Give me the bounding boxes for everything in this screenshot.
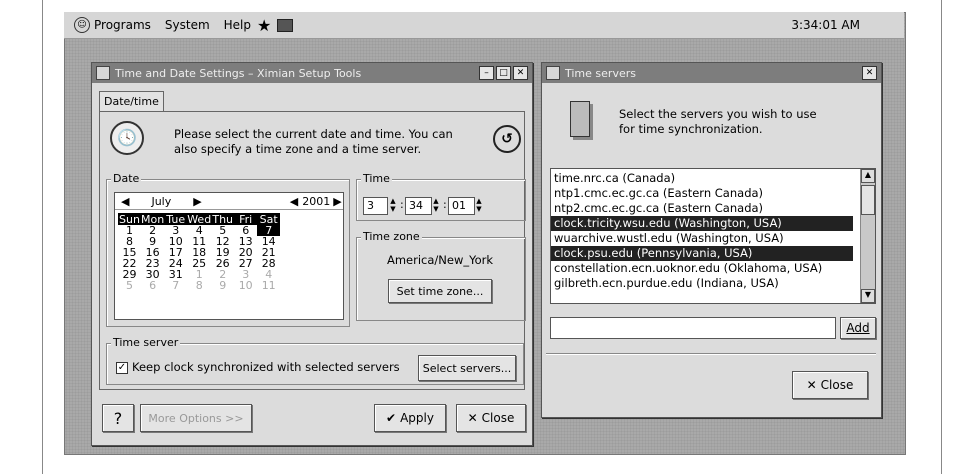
next-year-button[interactable]: ▶ [333,195,341,208]
x-icon: ✕ [806,378,817,392]
next-month-button[interactable]: ▶ [193,195,201,208]
time-server-group-label: Time server [111,336,181,349]
window-menu-icon[interactable] [96,66,110,80]
clock-icon: 🕓 [110,121,144,155]
year-label: 2001 [302,194,331,208]
minute-spin-arrows[interactable]: ▲ ▼ [431,197,441,213]
calendar-day[interactable]: 10 [234,280,257,291]
time-group-label: Time [361,172,392,185]
time-date-titlebar[interactable]: Time and Date Settings – Ximian Setup To… [92,63,532,83]
gnome-foot-icon: ☺ [74,17,90,33]
calendar-day[interactable]: 5 [118,280,141,291]
server-list-item[interactable]: clock.tricity.wsu.edu (Washington, USA) [551,216,853,231]
calendar-day[interactable]: 6 [141,280,164,291]
servers-list: time.nrc.ca (Canada) ntp1.cmc.ec.gc.ca (E… [550,168,876,304]
scroll-thumb[interactable] [861,185,875,215]
tab-date-time[interactable]: Date/time [99,91,164,111]
server-list-item[interactable]: gilbreth.ecn.purdue.edu (Indiana, USA) [551,276,853,291]
add-button[interactable]: Add [840,317,876,339]
close-window-icon[interactable]: ✕ [862,66,877,80]
help-icon: ? [113,408,123,428]
prev-year-button[interactable]: ◀ [290,195,298,208]
calendar-grid: Sun Mon Tue Wed Thu Fri Sat 1 2 3 4 5 6 7 8 9 10 11 12 13 1… [118,213,281,291]
timezone-group-label: Time zone [361,230,422,243]
select-servers-button[interactable]: Select servers... [418,355,516,381]
separator [546,353,876,355]
second-spin-arrows[interactable]: ▲ ▼ [474,197,484,213]
calendar: ◀ July ▶ ◀ 2001 ▶ Sun Mon Tue Wed Thu Fri Sat … [114,192,344,320]
window-menu-icon[interactable] [546,66,560,80]
time-sync-icon: ↺ [493,125,521,153]
calendar-day[interactable]: 9 [211,280,234,291]
calendar-day[interactable]: 7 [164,280,187,291]
scroll-up-arrow[interactable]: ▲ [861,169,875,183]
close-button[interactable]: ✕ Close [456,404,526,432]
server-entry-input[interactable] [550,317,836,339]
maximize-icon[interactable]: □ [496,66,511,80]
second-spinner[interactable]: 01 [448,197,475,215]
scroll-down-arrow[interactable]: ▼ [861,289,875,303]
date-group-label: Date [111,172,142,185]
intro-text: Please select the current date and time.… [174,127,453,156]
time-servers-titlebar[interactable]: Time servers ✕ [542,63,881,83]
check-icon: ✔ [386,411,397,425]
star-launcher-icon[interactable]: ★ [257,16,271,35]
server-list-item[interactable]: ntp1.cmc.ec.gc.ca (Eastern Canada) [551,186,853,201]
server-list-item[interactable]: ntp2.cmc.ec.gc.ca (Eastern Canada) [551,201,853,216]
timezone-value: America/New_York [386,253,494,267]
system-menu[interactable]: System [165,18,210,32]
close-window-icon[interactable]: ✕ [513,66,528,80]
keep-sync-checkbox[interactable]: ✓ [116,362,128,374]
more-options-button[interactable]: More Options >> [140,404,252,432]
servers-intro: Select the servers you wish to use for t… [619,107,817,136]
server-icon [570,101,590,137]
keep-sync-label[interactable]: Keep clock synchronized with selected se… [132,360,400,374]
server-list-item[interactable]: time.nrc.ca (Canada) [551,171,853,186]
month-label: July [151,194,172,208]
x-icon: ✕ [467,411,478,425]
servers-close-button[interactable]: ✕ Close [792,371,868,399]
help-button[interactable]: ? [102,404,134,432]
server-list-item[interactable]: constellation.ecn.uoknor.edu (Oklahoma, … [551,261,853,276]
server-list-item[interactable]: wuarchive.wustl.edu (Washington, USA) [551,231,853,246]
help-menu[interactable]: Help [224,18,251,32]
minimize-icon[interactable]: – [479,66,494,80]
calendar-day[interactable]: 8 [187,280,211,291]
prev-month-button[interactable]: ◀ [121,195,129,208]
server-list-item[interactable]: clock.psu.edu (Pennsylvania, USA) [551,246,853,261]
hour-spinner[interactable]: 3 [363,197,388,215]
hour-spin-arrows[interactable]: ▲ ▼ [388,197,398,213]
top-panel: ☺ Programs System Help ★ 3:34:01 AM [64,12,904,39]
time-date-window: Time and Date Settings – Ximian Setup To… [91,62,533,446]
time-servers-window: Time servers ✕ Select the servers you wi… [541,62,882,418]
servers-scrollbar[interactable]: ▲ ▼ [860,169,875,303]
terminal-launcher-icon[interactable] [277,18,294,32]
calendar-day[interactable]: 11 [257,280,280,291]
panel-clock: 3:34:01 AM [791,18,860,32]
set-timezone-button[interactable]: Set time zone... [388,279,492,303]
programs-menu[interactable]: ☺ Programs [74,17,151,33]
minute-spinner[interactable]: 34 [405,197,432,215]
apply-button[interactable]: ✔ Apply [374,404,446,432]
